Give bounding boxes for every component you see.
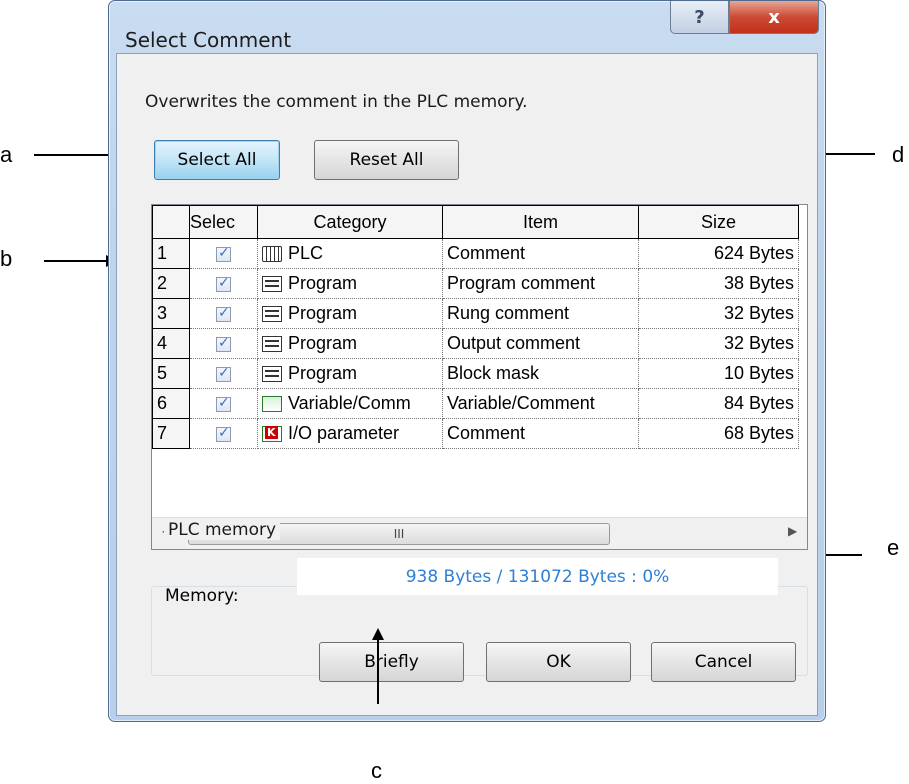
close-icon: x: [768, 6, 780, 28]
callout-b-line: [44, 260, 106, 262]
callout-d: d: [892, 142, 905, 167]
dialog-client-area: Overwrites the comment in the PLC memory…: [116, 53, 818, 716]
table-row[interactable]: 3 Program Rung comment32 Bytes: [152, 298, 799, 329]
size-cell: 38 Bytes: [638, 268, 799, 299]
item-cell: Program comment: [442, 268, 639, 299]
plc-memory-label: PLC memory: [164, 520, 281, 540]
scroll-right-icon[interactable]: ▶: [788, 524, 797, 538]
row-number: 5: [152, 358, 190, 389]
dialog-title: Select Comment: [125, 28, 292, 52]
callout-c: c: [371, 758, 382, 783]
item-cell: Comment: [442, 238, 639, 269]
item-cell: Block mask: [442, 358, 639, 389]
select-checkbox[interactable]: [216, 335, 231, 352]
size-cell: 10 Bytes: [638, 358, 799, 389]
table-row[interactable]: 4 Program Output comment32 Bytes: [152, 328, 799, 359]
size-cell: 68 Bytes: [638, 418, 799, 449]
row-number: 2: [152, 268, 190, 299]
select-checkbox[interactable]: [216, 365, 231, 382]
callout-e: e: [887, 535, 900, 560]
row-number: 3: [152, 298, 190, 329]
callout-a-line: [34, 154, 114, 156]
table-row[interactable]: 1 PLC Comment624 Bytes: [152, 238, 799, 269]
select-checkbox[interactable]: [216, 395, 231, 412]
category-cell: Program: [257, 358, 443, 389]
help-button[interactable]: ?: [670, 1, 729, 34]
callout-c-arrowhead: [372, 628, 384, 640]
table-row[interactable]: 7 I/O parameter Comment68 Bytes: [152, 418, 799, 449]
io-parameter-icon: [262, 426, 282, 443]
plc-icon: [262, 246, 282, 263]
select-cell[interactable]: [189, 298, 258, 329]
category-cell: PLC: [257, 238, 443, 269]
header-item[interactable]: Item: [442, 205, 639, 239]
program-icon: [262, 366, 282, 383]
category-cell: Program: [257, 328, 443, 359]
category-text: Program: [288, 303, 358, 323]
program-icon: [262, 336, 282, 353]
select-cell[interactable]: [189, 388, 258, 419]
header-rownum: [152, 205, 190, 239]
table-row[interactable]: 5 Program Block mask10 Bytes: [152, 358, 799, 389]
close-button[interactable]: x: [729, 1, 819, 34]
category-text: PLC: [288, 243, 324, 263]
select-checkbox[interactable]: [216, 305, 231, 322]
category-cell: I/O parameter: [257, 418, 443, 449]
item-cell: Rung comment: [442, 298, 639, 329]
select-cell[interactable]: [189, 418, 258, 449]
comment-grid: Selec Category Item Size 1PLCComment624 …: [151, 204, 808, 550]
program-icon: [262, 306, 282, 323]
row-number: 4: [152, 328, 190, 359]
row-number: 6: [152, 388, 190, 419]
header-size[interactable]: Size: [638, 205, 799, 239]
select-cell[interactable]: [189, 328, 258, 359]
select-checkbox[interactable]: [216, 245, 231, 262]
overwrite-message: Overwrites the comment in the PLC memory…: [145, 92, 528, 112]
size-cell: 624 Bytes: [638, 238, 799, 269]
grid-body: 1PLCComment624 Bytes2ProgramProgram comm…: [152, 238, 799, 449]
cancel-button[interactable]: Cancel: [651, 642, 796, 682]
category-text: Program: [288, 333, 358, 353]
select-cell[interactable]: [189, 358, 258, 389]
ok-button[interactable]: OK: [486, 642, 631, 682]
select-cell[interactable]: [189, 268, 258, 299]
category-text: Program: [288, 273, 358, 293]
variable-comment-icon: [262, 396, 282, 413]
size-cell: 32 Bytes: [638, 298, 799, 329]
memory-label: Memory:: [165, 586, 239, 606]
table-row[interactable]: 2 Program Program comment38 Bytes: [152, 268, 799, 299]
grid-header-row: Selec Category Item Size: [152, 205, 799, 239]
category-cell: Variable/Comm: [257, 388, 443, 419]
callout-c-line: [377, 640, 379, 704]
category-cell: Program: [257, 298, 443, 329]
size-cell: 84 Bytes: [638, 388, 799, 419]
thumb-grip-icon: III: [393, 527, 405, 541]
category-text: Variable/Comm: [288, 393, 411, 413]
category-text: Program: [288, 363, 358, 383]
callout-b: b: [0, 246, 13, 271]
program-icon: [262, 276, 282, 293]
item-cell: Output comment: [442, 328, 639, 359]
row-number: 7: [152, 418, 190, 449]
table-row[interactable]: 6 Variable/Comm Variable/Comment84 Bytes: [152, 388, 799, 419]
select-all-button[interactable]: Select All: [154, 140, 280, 180]
select-cell[interactable]: [189, 238, 258, 269]
size-cell: 32 Bytes: [638, 328, 799, 359]
item-cell: Comment: [442, 418, 639, 449]
select-comment-dialog: Select Comment ? x Overwrites the commen…: [108, 0, 826, 722]
select-checkbox[interactable]: [216, 275, 231, 292]
row-number: 1: [152, 238, 190, 269]
comment-table: Selec Category Item Size 1PLCComment624 …: [152, 205, 799, 449]
memory-value: 938 Bytes / 131072 Bytes : 0%: [297, 558, 778, 595]
reset-all-button[interactable]: Reset All: [314, 140, 459, 180]
header-select[interactable]: Selec: [189, 205, 258, 239]
briefly-button[interactable]: Briefly: [319, 642, 464, 682]
item-cell: Variable/Comment: [442, 388, 639, 419]
header-category[interactable]: Category: [257, 205, 443, 239]
category-text: I/O parameter: [288, 423, 400, 443]
select-checkbox[interactable]: [216, 425, 231, 442]
help-icon: ?: [694, 6, 705, 28]
callout-a: a: [0, 142, 13, 167]
category-cell: Program: [257, 268, 443, 299]
